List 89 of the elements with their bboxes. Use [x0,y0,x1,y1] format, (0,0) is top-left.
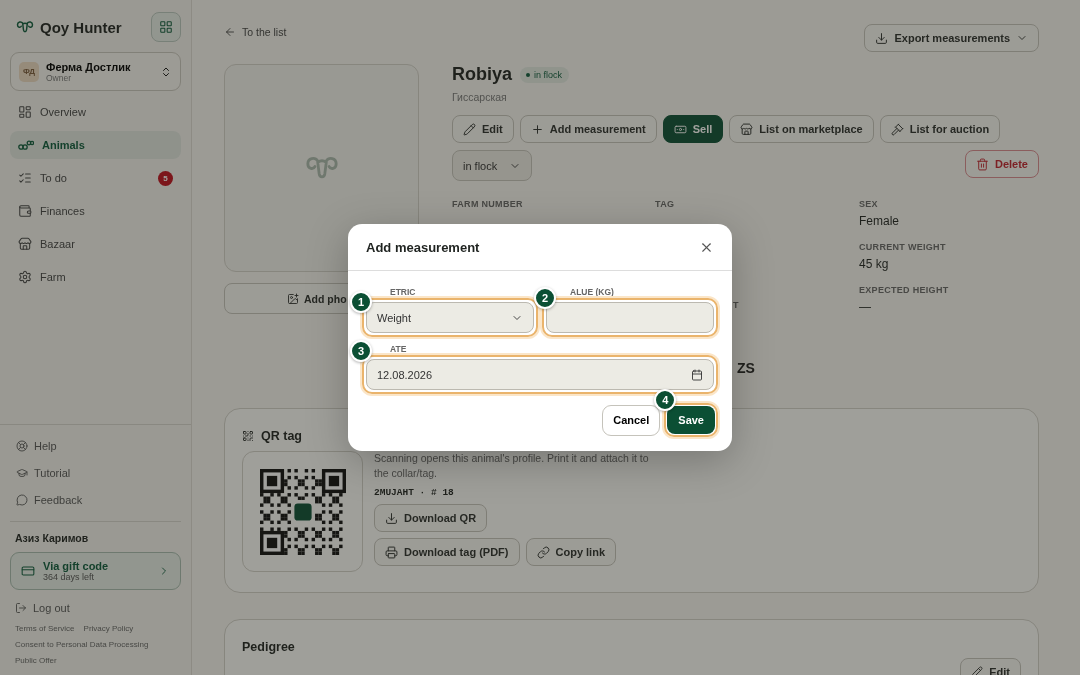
card-title: QR tag [261,429,302,443]
checklist-icon [18,171,32,185]
chevrons-icon [160,65,172,78]
footer-link[interactable]: Terms of Service [15,624,75,633]
nav-item[interactable]: Animals [10,131,181,159]
download-icon [385,511,398,525]
lifebuoy-icon [16,440,28,452]
pencil-icon [971,666,984,675]
download-icon [875,31,889,45]
help-link[interactable]: Tutorial [10,462,181,484]
dialog-title: Add measurement [366,239,480,255]
trash-icon [975,157,989,171]
tag-code: 2MUJAHT · # 18 [374,487,455,499]
pencil-icon [463,122,476,136]
field-label: ETRIC [389,287,417,298]
action-button[interactable]: List for auction [879,115,1001,143]
field-label: CURRENT WEIGHT [859,242,947,252]
calendar-icon [691,368,703,381]
card-title: Pedigree [242,640,295,654]
dashboard-icon [18,105,32,119]
field-value: — [859,300,872,314]
image-icon [287,292,299,305]
back-link[interactable]: To the list [224,26,287,38]
settings-icon [18,270,32,284]
save-button[interactable]: Save [667,406,715,434]
nav-item[interactable]: To do 5 [10,164,181,192]
help-link[interactable]: Help [10,435,181,457]
qr-icon [242,430,254,442]
field-value: Female [859,214,900,228]
footer-link[interactable]: Consent to Personal Data Processing [15,640,149,649]
brand-name: Qoy Hunter [40,18,122,36]
nav-item[interactable]: Farm [10,263,181,291]
footer-link[interactable]: Public Offer [15,656,57,665]
wallet-icon [18,204,32,218]
action-button[interactable]: Add measurement [519,115,657,143]
field-label: T [732,300,740,310]
status-badge: in flock [520,66,570,83]
action-button[interactable]: Sell [662,115,724,143]
store-icon [18,237,32,251]
price-value: ZS [737,360,755,376]
card-icon [21,564,35,578]
apps-button[interactable] [151,12,181,42]
help-link[interactable]: Feedback [10,489,181,511]
qr-action-button[interactable]: Download QR [374,504,488,533]
chat-bubble-icon [16,494,28,506]
plan-days: 364 days left [43,572,150,582]
export-button[interactable]: Export measurements [864,24,1039,52]
delete-button[interactable]: Delete [964,150,1039,178]
step-badge: 2 [534,287,556,309]
breed-text: Гиссарская [452,91,508,103]
footer-link[interactable]: Privacy Policy [83,624,134,633]
graduation-cap-icon [16,467,28,479]
gavel-icon [890,122,904,136]
action-button[interactable]: List on marketplace [729,115,874,143]
date-field[interactable]: 12.08.2026 [366,359,714,390]
plus-icon [530,122,544,136]
qr-description: Scanning opens this animal's profile. Print it and attach it to the collar/tag. [374,451,650,482]
count-badge: 5 [158,170,173,186]
step-badge: 1 [350,291,372,313]
step-badge: 3 [350,340,372,362]
field-label: EXPECTED HEIGHT [859,285,950,295]
grid-icon [159,20,173,34]
nav-item[interactable]: Overview [10,98,181,126]
field-label: TAG [655,199,676,209]
field-label: FARM NUMBER [452,199,524,209]
user-name: Азиз Каримов [14,531,90,546]
metric-select[interactable]: Weight [366,302,534,333]
nav-item[interactable]: Bazaar [10,230,181,258]
logout-link[interactable]: Log out [10,590,181,624]
store-icon [740,122,754,136]
cancel-button[interactable]: Cancel [602,404,661,436]
field-label: ATE [389,344,408,355]
nav-item[interactable]: Finances [10,197,181,225]
plan-title: Via gift code [43,560,110,572]
arrow-left-icon [224,26,236,38]
printer-icon [385,545,398,559]
qr-action-button[interactable]: Download tag (PDF) [374,538,520,567]
farm-name: Ферма Достлик [46,60,132,73]
qr-action-button[interactable]: Copy link [525,538,616,567]
farm-avatar: ФД [19,61,39,82]
field-label: SEX [859,199,879,209]
plan-card[interactable]: Via gift code 364 days left [10,552,181,590]
status-select[interactable]: in flock [452,150,533,181]
action-button[interactable]: Edit [452,115,514,143]
field-value: 45 kg [859,257,890,271]
farm-role: Owner [46,72,72,83]
logout-icon [15,602,27,614]
animal-name: Robiya [452,64,512,85]
link-icon [536,545,550,559]
